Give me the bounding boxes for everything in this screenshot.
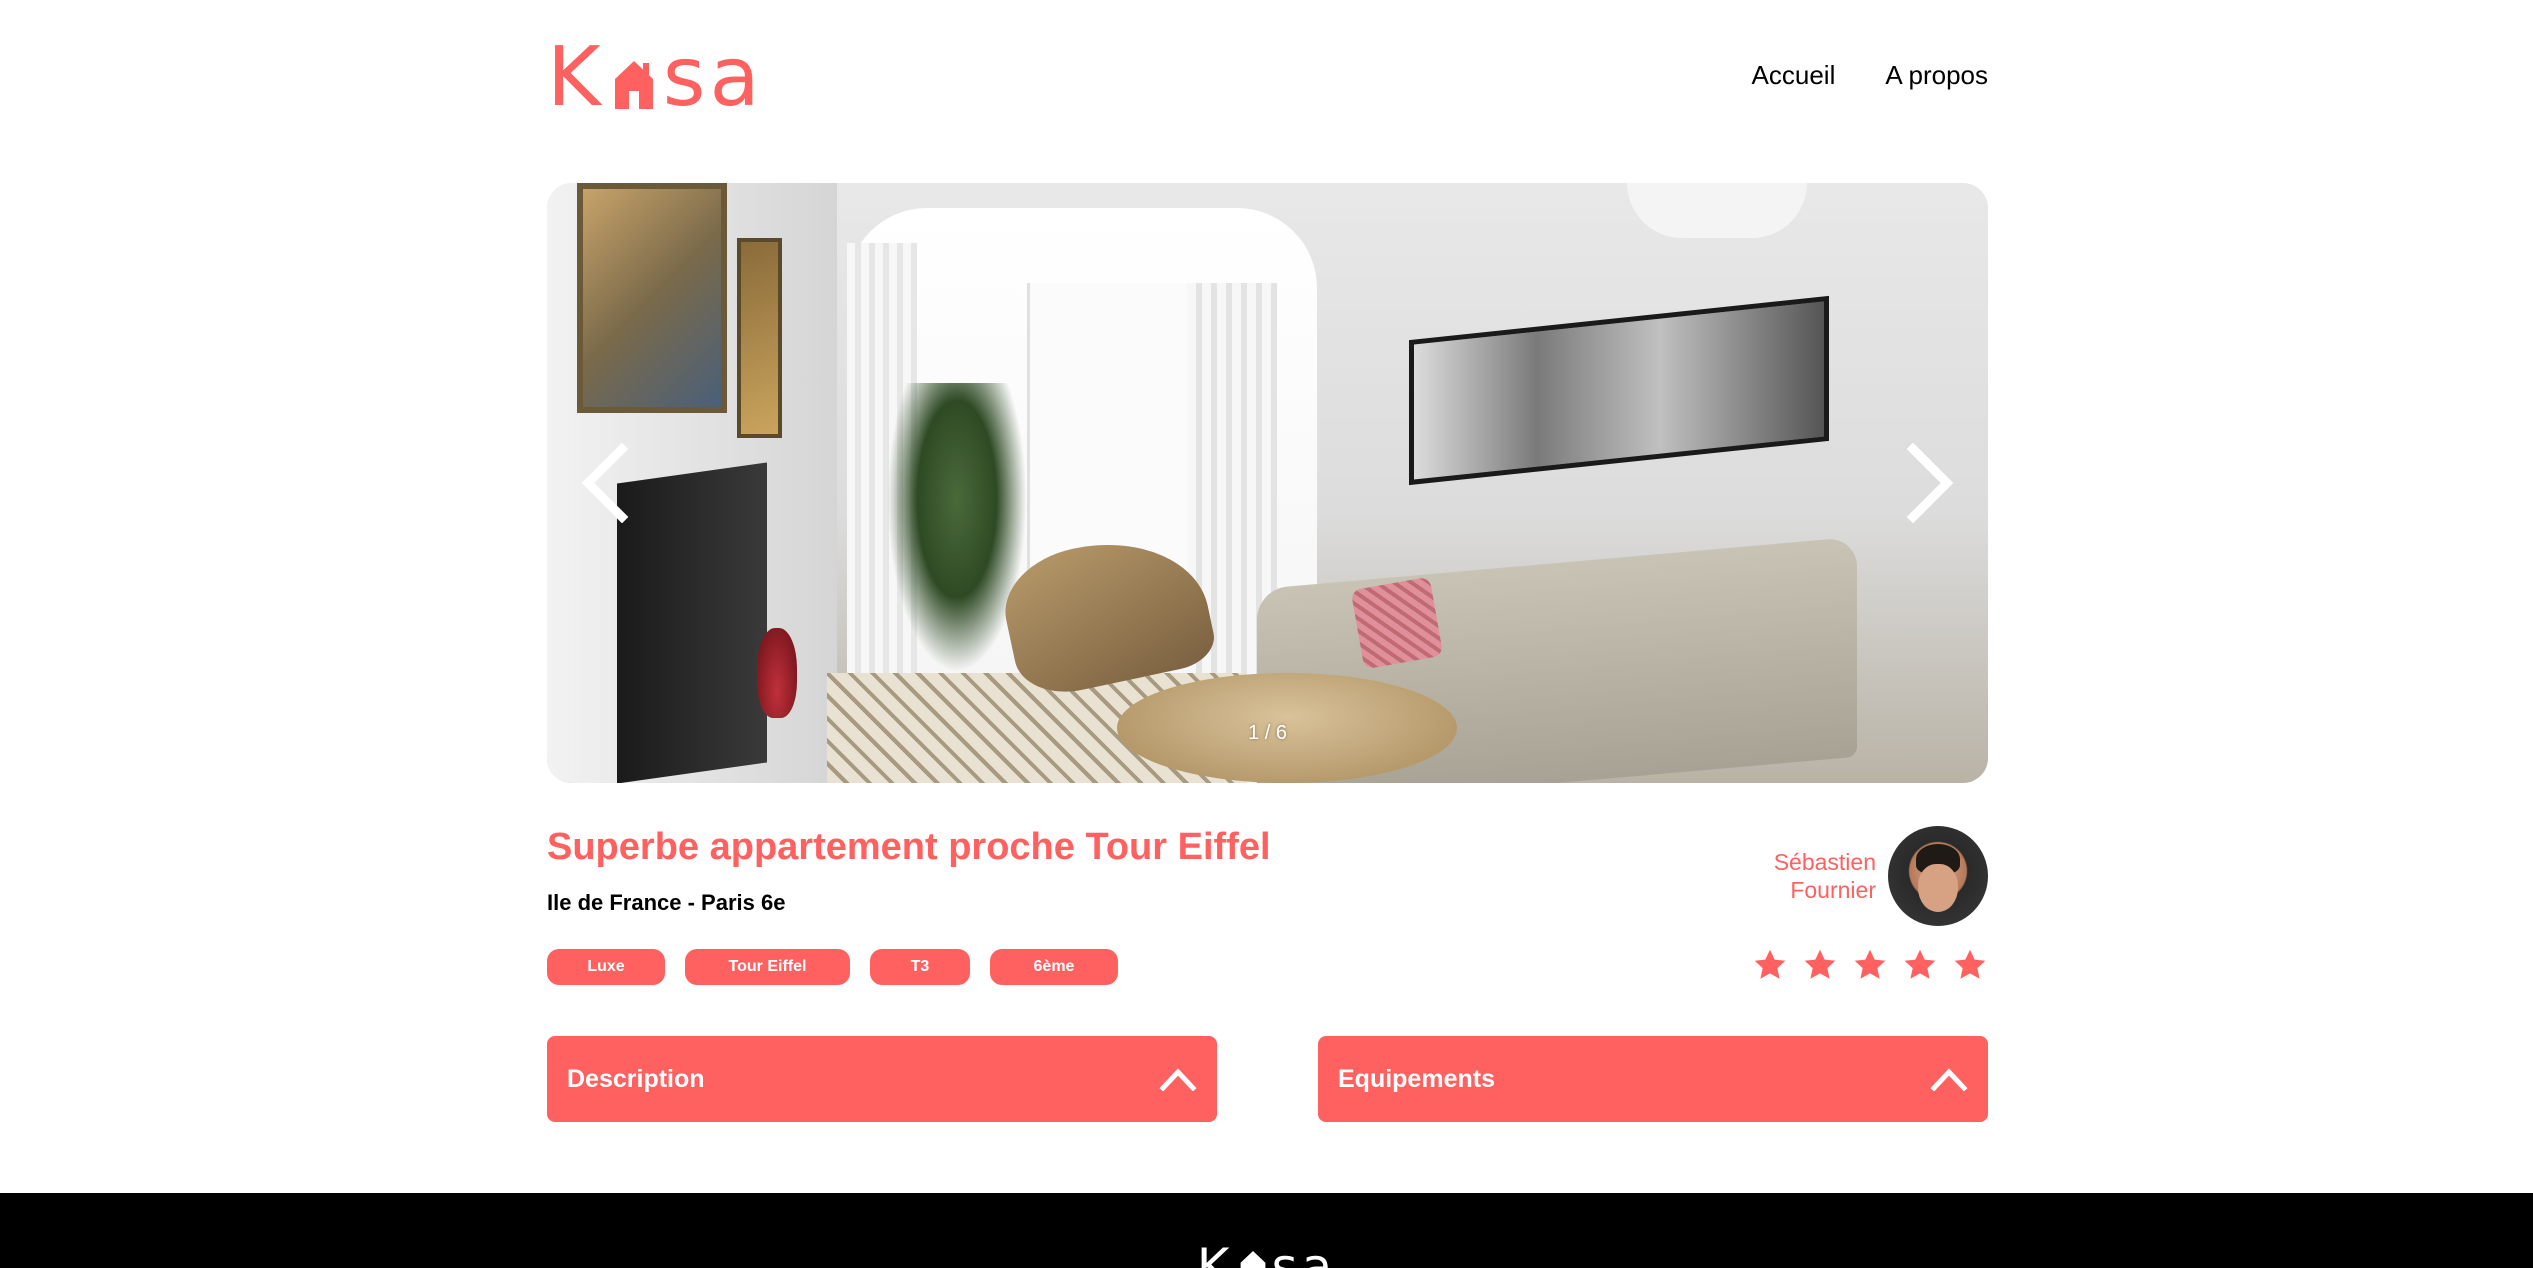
site-header: K sa Accueil A propos (547, 30, 1988, 125)
house-icon (1240, 1250, 1265, 1268)
star-icon (1804, 949, 1836, 979)
main-nav: Accueil A propos (1752, 60, 1988, 91)
kasa-logo[interactable]: K sa (547, 30, 764, 125)
host-avatar (1888, 826, 1988, 926)
tag: Luxe (547, 949, 665, 985)
chevron-up-icon (1159, 1068, 1197, 1091)
footer-logo-letters-sa: sa (1271, 1238, 1337, 1268)
rating-stars (1752, 947, 1988, 983)
tag: 6ème (990, 949, 1118, 985)
photo-carousel: 1 / 6 (547, 183, 1988, 783)
photo-painting-2 (737, 238, 782, 438)
nav-link-home[interactable]: Accueil (1752, 60, 1836, 91)
host-name: Sébastien Fournier (1774, 848, 1876, 904)
equipments-collapse-toggle[interactable]: Equipements (1318, 1036, 1988, 1122)
listing-title: Superbe appartement proche Tour Eiffel (547, 826, 1271, 868)
photo-plant (887, 383, 1027, 673)
photo-ceiling-lamp (1627, 183, 1807, 238)
description-collapse-label: Description (567, 1064, 705, 1093)
host-card: Sébastien Fournier (1774, 826, 1988, 926)
star-icon (1754, 949, 1786, 979)
equipments-collapse-label: Equipements (1338, 1064, 1495, 1093)
photo-vase (757, 628, 797, 718)
tag: T3 (870, 949, 970, 985)
tag-list: Luxe Tour Eiffel T3 6ème (547, 949, 1118, 985)
star-icon (1854, 949, 1886, 979)
star-icon (1904, 949, 1936, 979)
host-last-name: Fournier (1790, 877, 1876, 903)
footer-logo-letter-k: K (1196, 1238, 1234, 1268)
carousel-next-button[interactable] (1905, 443, 1955, 523)
carousel-prev-button[interactable] (580, 443, 630, 523)
description-collapse-toggle[interactable]: Description (547, 1036, 1217, 1122)
site-footer: Ksa (0, 1193, 2533, 1268)
logo-letter-k: K (547, 30, 605, 125)
photo-panorama-painting (1409, 295, 1829, 486)
tag: Tour Eiffel (685, 949, 850, 985)
listing-location: Ile de France - Paris 6e (547, 890, 786, 915)
chevron-right-icon (1906, 443, 1954, 523)
star-icon (1954, 949, 1986, 979)
logo-letters-sa: sa (662, 30, 764, 125)
photo-pillow (1350, 576, 1444, 670)
footer-logo: Ksa (0, 1238, 2533, 1268)
nav-link-about[interactable]: A propos (1885, 60, 1988, 91)
photo-painting-1 (577, 183, 727, 413)
host-first-name: Sébastien (1773, 849, 1876, 875)
chevron-up-icon (1930, 1068, 1968, 1091)
house-icon (614, 61, 653, 109)
carousel-counter: 1 / 6 (1248, 722, 1287, 744)
chevron-left-icon (581, 443, 629, 523)
